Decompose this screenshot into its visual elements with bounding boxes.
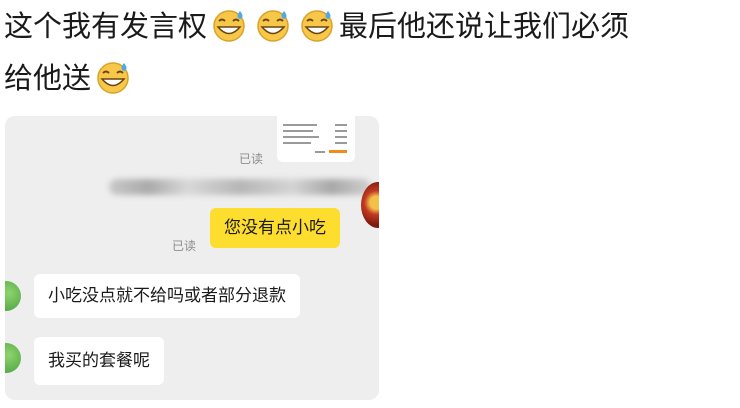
other-avatar[interactable]: [5, 343, 21, 373]
blurred-message: [109, 179, 371, 195]
other-avatar[interactable]: [5, 281, 21, 311]
read-receipt: 已读: [239, 152, 264, 166]
read-receipt: 已读: [172, 239, 197, 253]
chat-screenshot: 已读 您没有点小吃 已读 小吃没点就不给吗或者部分退款 我买的套餐呢: [5, 116, 379, 400]
their-message-bubble[interactable]: 我买的套餐呢: [34, 337, 164, 385]
my-message-bubble[interactable]: 您没有点小吃: [210, 208, 340, 248]
sweat-smile-emoji-icon: [301, 10, 333, 42]
caption-text-2: 最后他还说让我们必须: [339, 9, 630, 43]
sweat-smile-emoji-icon: [257, 10, 289, 42]
caption-text-1: 这个我有发言权: [4, 9, 208, 43]
order-receipt-thumbnail[interactable]: [277, 116, 355, 162]
caption-text-3: 给他送: [4, 61, 92, 95]
post-caption: 这个我有发言权 最后他还说让我们必须给他送: [4, 0, 734, 104]
their-message-bubble[interactable]: 小吃没点就不给吗或者部分退款: [34, 274, 300, 318]
sweat-smile-emoji-icon: [213, 10, 245, 42]
sweat-smile-emoji-icon: [97, 62, 129, 94]
